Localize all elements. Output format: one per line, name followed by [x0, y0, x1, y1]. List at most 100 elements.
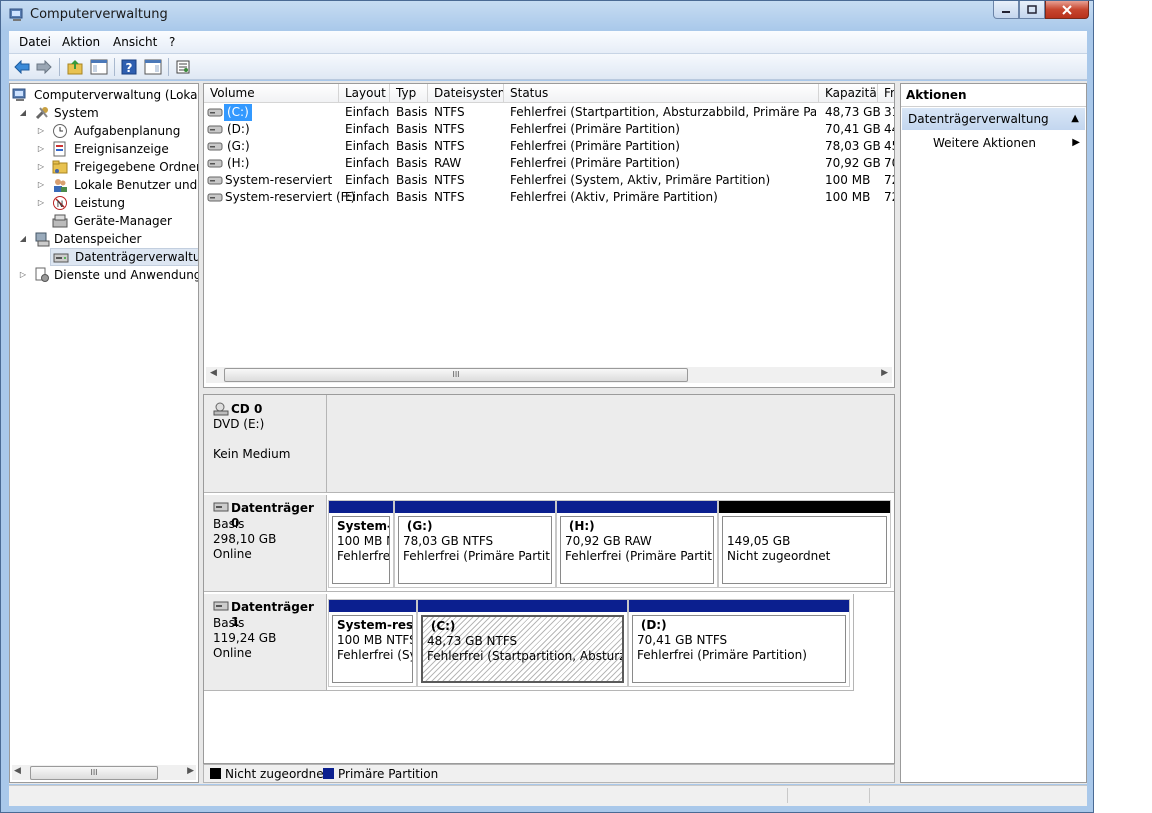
- partition-c[interactable]: (C:) 48,73 GB NTFS Fehlerfrei (Startpartit…: [417, 599, 628, 687]
- scroll-right-icon[interactable]: ▶: [187, 766, 194, 776]
- tree-label: Dienste und Anwendungen: [54, 268, 198, 282]
- maximize-button[interactable]: [1019, 1, 1045, 19]
- close-button[interactable]: [1045, 1, 1089, 19]
- typ-cell: Basis: [396, 139, 428, 153]
- expand-arrow-icon[interactable]: ▷: [36, 176, 46, 194]
- partition-system-reserved[interactable]: System-reser100 MB NTFSFehlerfrei (Sys: [328, 599, 417, 687]
- show-tree-button[interactable]: [90, 58, 108, 76]
- collapse-arrow-icon[interactable]: ◢: [18, 104, 28, 122]
- scroll-thumb[interactable]: III: [224, 368, 688, 382]
- expand-arrow-icon[interactable]: ▷: [18, 266, 28, 284]
- table-row[interactable]: (G:) Einfach Basis NTFS Fehlerfrei (Prim…: [204, 138, 894, 155]
- table-row[interactable]: System-reserviert (F:) Einfach Basis NTF…: [204, 189, 894, 206]
- drive-icon: [207, 142, 223, 151]
- expand-arrow-icon[interactable]: ▷: [36, 194, 46, 212]
- expand-arrow-icon[interactable]: ▷: [36, 122, 46, 140]
- drive-icon: [207, 108, 223, 117]
- scroll-right-icon[interactable]: ▶: [881, 368, 888, 378]
- disk-type: Basis: [213, 517, 245, 531]
- collapse-up-icon[interactable]: ▲: [1071, 108, 1079, 130]
- table-row[interactable]: (D:) Einfach Basis NTFS Fehlerfrei (Prim…: [204, 121, 894, 138]
- capacity-cell: 70,92 GB: [825, 156, 881, 170]
- disk-info-disk0[interactable]: Datenträger 0 Basis 298,10 GB Online: [204, 495, 327, 592]
- computer-management-icon: [9, 8, 23, 21]
- filesystem-cell: NTFS: [434, 105, 465, 119]
- storage-icon: [35, 232, 50, 247]
- tree-label: Freigegebene Ordner: [74, 160, 199, 174]
- partition-size: 100 MB N: [337, 534, 390, 548]
- table-row[interactable]: (C:) Einfach Basis NTFS Fehlerfrei (Star…: [204, 104, 894, 121]
- drive-icon: [207, 159, 223, 168]
- disk-type: Basis: [213, 616, 245, 630]
- free-cell: 72: [884, 190, 894, 204]
- free-cell: 70: [884, 156, 894, 170]
- disk-name: Datenträger 1: [231, 600, 314, 629]
- back-button[interactable]: [13, 58, 31, 76]
- help-button[interactable]: ?: [120, 58, 138, 76]
- performance-icon: N: [53, 196, 67, 210]
- table-row[interactable]: System-reserviert Einfach Basis NTFS Feh…: [204, 172, 894, 189]
- column-header-kapazitaet[interactable]: Kapazität: [819, 84, 878, 103]
- column-header-layout[interactable]: Layout: [339, 84, 390, 103]
- column-header-status[interactable]: Status: [504, 84, 819, 103]
- maximize-icon: [1027, 5, 1037, 14]
- tree-label: Leistung: [74, 196, 125, 210]
- properties-button[interactable]: [174, 58, 192, 76]
- tree-label: Computerverwaltung (Lokal): [34, 88, 199, 102]
- clock-icon: [53, 124, 67, 138]
- column-header-typ[interactable]: Typ: [390, 84, 428, 103]
- table-row[interactable]: (H:) Einfach Basis RAW Fehlerfrei (Primä…: [204, 155, 894, 172]
- column-header-frei[interactable]: Fr: [878, 84, 894, 103]
- status-cell: Fehlerfrei (System, Aktiv, Primäre Parti…: [510, 173, 771, 187]
- actions-section-datentraegerverwaltung[interactable]: Datenträgerverwaltung ▲: [902, 108, 1085, 130]
- disk-drive-letter: DVD (E:): [213, 417, 265, 431]
- actions-pane: Aktionen Datenträgerverwaltung ▲ Weitere…: [900, 83, 1087, 783]
- partition-g[interactable]: (G:) 78,03 GB NTFS Fehlerfrei (Primäre Par…: [394, 500, 556, 588]
- up-folder-icon: [67, 60, 83, 75]
- minimize-button[interactable]: [993, 1, 1019, 19]
- menu-bar: Datei Aktion Ansicht ?: [9, 31, 1087, 54]
- partition-status: Fehlerfrei (Sys: [337, 648, 412, 662]
- partition-unallocated[interactable]: 149,05 GB Nicht zugeordnet: [718, 500, 891, 588]
- client-area: Computerverwaltung (Lokal) ◢ System ▷ Au…: [9, 81, 1087, 784]
- filesystem-cell: NTFS: [434, 173, 465, 187]
- disk-info-disk1[interactable]: Datenträger 1 Basis 119,24 GB Online: [204, 594, 327, 691]
- scroll-left-icon[interactable]: ◀: [210, 368, 217, 378]
- title-bar[interactable]: Computerverwaltung: [1, 1, 1093, 31]
- volume-list-horizontal-scrollbar[interactable]: ◀ III ▶: [206, 367, 892, 383]
- expand-arrow-icon[interactable]: ▷: [36, 158, 46, 176]
- partition-d[interactable]: (D:) 70,41 GB NTFS Fehlerfrei (Primäre Par…: [628, 599, 850, 687]
- action-weitere-aktionen[interactable]: Weitere Aktionen ▶: [901, 133, 1086, 153]
- menu-help[interactable]: ?: [169, 35, 175, 49]
- menu-ansicht[interactable]: Ansicht: [113, 35, 157, 49]
- disk-management-pane: Volume Layout Typ Dateisystem Status Kap…: [203, 83, 895, 783]
- column-header-volume[interactable]: Volume: [204, 84, 339, 103]
- partition-system-reserved[interactable]: System-r100 MB NFehlerfrei: [328, 500, 394, 588]
- disk-info-cd0[interactable]: CD 0 DVD (E:) Kein Medium: [204, 395, 327, 493]
- tree-item-datentraegerverwaltung[interactable]: Datenträgerverwaltung: [50, 248, 198, 266]
- menu-aktion[interactable]: Aktion: [62, 35, 100, 49]
- column-header-dateisystem[interactable]: Dateisystem: [428, 84, 504, 103]
- status-cell: Fehlerfrei (Startpartition, Absturzabbil…: [510, 105, 816, 119]
- volume-cell: System-reserviert: [225, 173, 333, 187]
- filesystem-cell: NTFS: [434, 190, 465, 204]
- partition-h[interactable]: (H:) 70,92 GB RAW Fehlerfrei (Primäre Part…: [556, 500, 718, 588]
- partition-status: Fehlerfrei (Startpartition, Absturzabbil: [427, 649, 622, 663]
- disk-size: 298,10 GB: [213, 532, 277, 546]
- disk-state: Online: [213, 547, 252, 561]
- partition-size: 70,92 GB RAW: [565, 534, 652, 548]
- tree-horizontal-scrollbar[interactable]: ◀ III ▶: [12, 765, 196, 780]
- collapse-arrow-icon[interactable]: ◢: [18, 230, 28, 248]
- menu-datei[interactable]: Datei: [19, 35, 51, 49]
- scroll-thumb[interactable]: III: [30, 766, 158, 780]
- cd0-partition-area: [327, 395, 894, 493]
- partition-status: Fehlerfrei (Primäre Partition): [637, 648, 807, 662]
- typ-cell: Basis: [396, 173, 428, 187]
- show-action-pane-button[interactable]: [144, 58, 162, 76]
- up-button[interactable]: [66, 58, 84, 76]
- computer-management-icon: [12, 88, 26, 101]
- expand-arrow-icon[interactable]: ▷: [36, 140, 46, 158]
- disk1-partitions: System-reser100 MB NTFSFehlerfrei (Sys (…: [327, 594, 854, 691]
- scroll-left-icon[interactable]: ◀: [14, 766, 21, 776]
- forward-button[interactable]: [35, 58, 53, 76]
